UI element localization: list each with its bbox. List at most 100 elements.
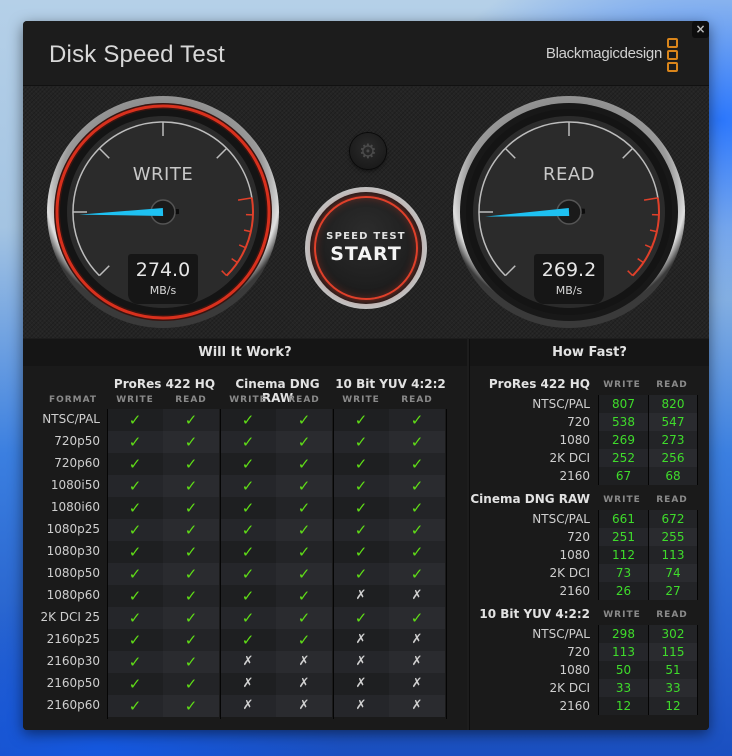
write-speed: 50 xyxy=(598,661,648,679)
how-fast-row: 720 538 547 xyxy=(470,413,709,431)
close-icon: × xyxy=(695,22,706,36)
read-speed: 273 xyxy=(648,431,698,449)
cross-icon: ✗ xyxy=(220,651,276,673)
sub-header: READ xyxy=(401,395,433,405)
check-icon: ✓ xyxy=(333,519,389,541)
how-fast-row: 1080 269 273 xyxy=(470,431,709,449)
format-label: 2160p25 xyxy=(46,632,100,646)
check-icon: ✓ xyxy=(107,519,163,541)
format-label: 2K DCI xyxy=(549,566,590,580)
read-gauge: READ 269.2 MB/s xyxy=(451,94,687,330)
check-icon: ✓ xyxy=(163,453,219,475)
will-it-work-row: 2160p30 ✓ ✓ ✗ ✗ ✗ ✗ xyxy=(23,651,467,673)
check-icon: ✓ xyxy=(163,651,219,673)
will-it-work-row: 1080p30 ✓ ✓ ✓ ✓ ✓ ✓ xyxy=(23,541,467,563)
format-label: 2160p60 xyxy=(46,698,100,712)
check-icon: ✓ xyxy=(107,673,163,695)
read-speed: 255 xyxy=(648,528,698,546)
format-label: NTSC/PAL xyxy=(532,397,590,411)
column-divider xyxy=(107,409,108,719)
cross-icon: ✗ xyxy=(389,695,445,717)
check-icon: ✓ xyxy=(220,497,276,519)
check-icon: ✓ xyxy=(163,563,219,585)
how-fast-row: 2160 26 27 xyxy=(470,582,709,600)
how-fast-panel: How Fast? ProRes 422 HQ WRITE READ NTSC/PAL… xyxy=(469,339,709,730)
disk-speed-test-window: Disk Speed Test Blackmagicdesign WRITE 2… xyxy=(23,21,709,730)
check-icon: ✓ xyxy=(389,563,445,585)
format-label: 1080p25 xyxy=(46,522,100,536)
check-icon: ✓ xyxy=(276,475,332,497)
format-label: 1080p30 xyxy=(46,544,100,558)
will-it-work-row: 2160p50 ✓ ✓ ✗ ✗ ✗ ✗ xyxy=(23,673,467,695)
check-icon: ✓ xyxy=(163,475,219,497)
check-icon: ✓ xyxy=(276,585,332,607)
check-icon: ✓ xyxy=(163,695,219,717)
write-gauge: WRITE 274.0 MB/s xyxy=(45,94,281,330)
check-icon: ✓ xyxy=(389,409,445,431)
check-icon: ✓ xyxy=(276,629,332,651)
check-icon: ✓ xyxy=(220,519,276,541)
column-divider xyxy=(220,409,221,719)
settings-button[interactable]: ⚙ xyxy=(350,133,386,169)
format-label: 1080 xyxy=(559,433,590,447)
how-fast-row: 2K DCI 33 33 xyxy=(470,679,709,697)
sub-header: READ xyxy=(288,395,320,405)
check-icon: ✓ xyxy=(333,431,389,453)
codec-name: Cinema DNG RAW xyxy=(470,492,590,506)
check-icon: ✓ xyxy=(163,629,219,651)
check-icon: ✓ xyxy=(107,585,163,607)
cross-icon: ✗ xyxy=(333,673,389,695)
how-fast-row: 720 113 115 xyxy=(470,643,709,661)
check-icon: ✓ xyxy=(220,453,276,475)
format-label: NTSC/PAL xyxy=(532,627,590,641)
check-icon: ✓ xyxy=(333,409,389,431)
speed-test-start-button[interactable]: SPEED TEST START xyxy=(305,187,427,309)
close-button[interactable]: × xyxy=(692,21,709,38)
read-speed-value: 269.2 xyxy=(541,259,597,281)
read-speed-unit: MB/s xyxy=(555,284,583,297)
codec-header: 10 Bit YUV 4:2:2 xyxy=(335,377,446,391)
cross-icon: ✗ xyxy=(220,673,276,695)
check-icon: ✓ xyxy=(276,431,332,453)
read-speed: 820 xyxy=(648,395,698,413)
how-fast-title: How Fast? xyxy=(470,339,709,366)
cross-icon: ✗ xyxy=(276,695,332,717)
read-gauge-label: READ xyxy=(542,164,596,185)
check-icon: ✓ xyxy=(276,497,332,519)
cross-icon: ✗ xyxy=(389,651,445,673)
codec-name: ProRes 422 HQ xyxy=(488,377,590,391)
write-speed: 661 xyxy=(598,510,648,528)
check-icon: ✓ xyxy=(389,519,445,541)
cross-icon: ✗ xyxy=(220,695,276,717)
check-icon: ✓ xyxy=(389,475,445,497)
how-fast-group-header: Cinema DNG RAW WRITE READ xyxy=(470,492,709,508)
check-icon: ✓ xyxy=(107,563,163,585)
read-speed: 33 xyxy=(648,679,698,697)
format-label: 1080i60 xyxy=(50,500,100,514)
check-icon: ✓ xyxy=(220,563,276,585)
format-label: 1080 xyxy=(559,663,590,677)
format-label: 2K DCI xyxy=(549,681,590,695)
check-icon: ✓ xyxy=(220,475,276,497)
write-column-header: WRITE xyxy=(603,380,641,390)
will-it-work-row: 1080i50 ✓ ✓ ✓ ✓ ✓ ✓ xyxy=(23,475,467,497)
check-icon: ✓ xyxy=(333,541,389,563)
format-label: 2K DCI 25 xyxy=(40,610,100,624)
check-icon: ✓ xyxy=(276,607,332,629)
column-divider xyxy=(333,409,334,719)
check-icon: ✓ xyxy=(107,453,163,475)
how-fast-row: 2K DCI 252 256 xyxy=(470,449,709,467)
how-fast-row: 720 251 255 xyxy=(470,528,709,546)
read-speed: 302 xyxy=(648,625,698,643)
check-icon: ✓ xyxy=(276,541,332,563)
cross-icon: ✗ xyxy=(389,629,445,651)
format-label: 2160 xyxy=(559,584,590,598)
check-icon: ✓ xyxy=(276,409,332,431)
sub-header: READ xyxy=(175,395,207,405)
app-title: Disk Speed Test xyxy=(49,41,225,68)
check-icon: ✓ xyxy=(107,695,163,717)
will-it-work-row: 1080p25 ✓ ✓ ✓ ✓ ✓ ✓ xyxy=(23,519,467,541)
will-it-work-row: 2K DCI 25 ✓ ✓ ✓ ✓ ✓ ✓ xyxy=(23,607,467,629)
check-icon: ✓ xyxy=(220,431,276,453)
read-column-header: READ xyxy=(656,610,688,620)
